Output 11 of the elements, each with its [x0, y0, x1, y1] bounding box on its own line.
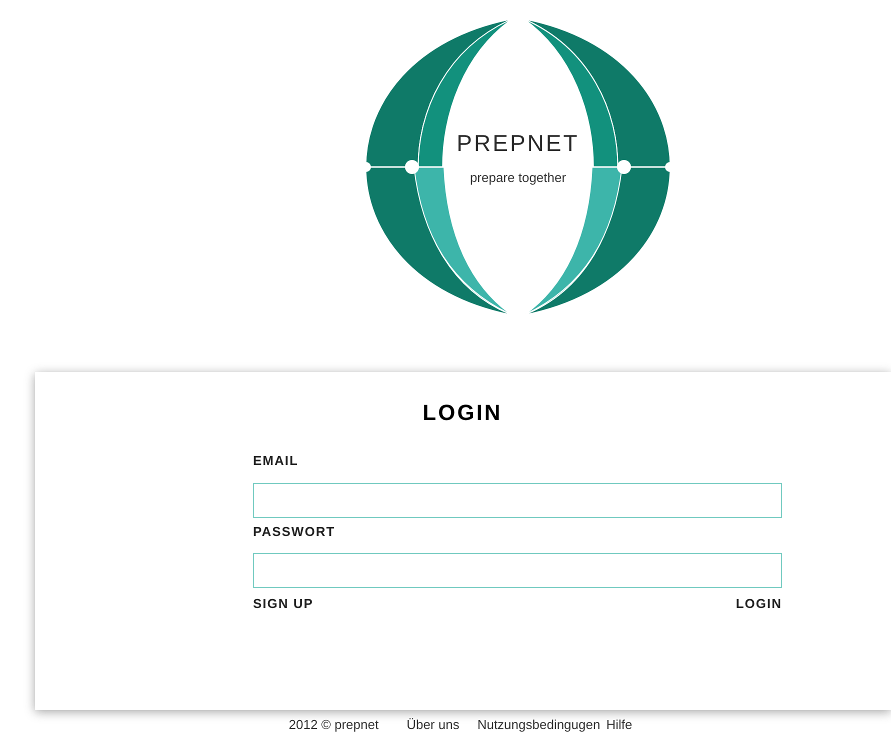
field-label: PASSWORT: [253, 522, 336, 540]
input-field[interactable]: [253, 482, 782, 518]
input-field[interactable]: [253, 553, 782, 588]
copyright-text: 2012 © prepnet: [288, 716, 379, 734]
login-link[interactable]: LOGIN: [736, 594, 782, 614]
footer-link[interactable]: Hilfe: [606, 715, 632, 734]
footer-link[interactable]: Nutzungsbedingugen: [477, 715, 600, 734]
footer-link[interactable]: Über uns: [406, 715, 460, 734]
field-label: EMAIL: [253, 452, 300, 470]
sign-up-link[interactable]: SIGN UP: [253, 594, 314, 614]
login-heading: LOGIN: [422, 399, 502, 427]
